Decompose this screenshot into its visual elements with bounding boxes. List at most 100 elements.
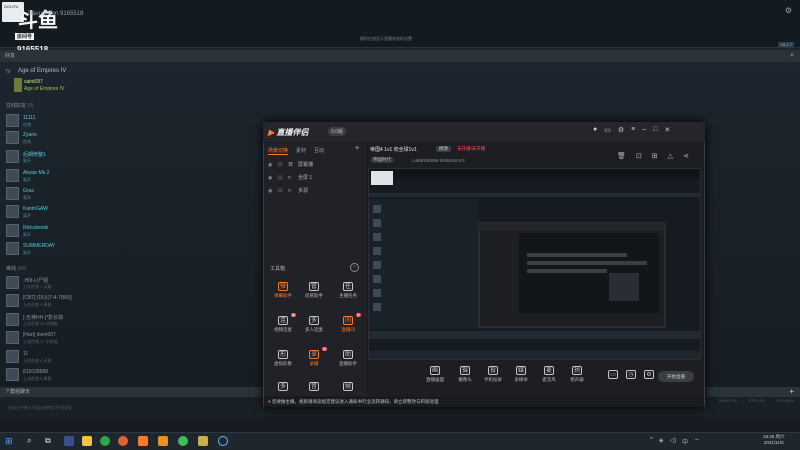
tray-up-icon[interactable]: ^: [650, 437, 653, 446]
tool-item[interactable]: 弹弹幕助手: [268, 282, 298, 304]
steam-window-controls: ⚙: [785, 6, 792, 15]
language-icon[interactable]: 中: [682, 437, 688, 446]
stat-gpu2: GPU 45%: [776, 398, 794, 403]
stat-ram: RAM 57%: [718, 398, 737, 403]
tool-item[interactable]: 新间直播间: [333, 313, 363, 338]
lock-icon[interactable]: ⊡: [278, 185, 282, 197]
edit-title-button[interactable]: 修改: [436, 146, 451, 152]
notice-bar: ● 您要做主播，规则请阅读规定建议进入通知书行业流转通知，请立即整改与积极处理: [264, 396, 704, 407]
message-icon[interactable]: ▭: [604, 126, 611, 134]
tool-item[interactable]: 多多人连麦: [299, 316, 329, 338]
clock[interactable]: 18:45 周六 2021/11/6: [763, 434, 785, 446]
network-icon[interactable]: ◈: [659, 437, 664, 446]
friend-row[interactable]: Zyans 在线: [6, 131, 256, 147]
friend-row[interactable]: Akstar Mk.2 离开: [6, 169, 256, 185]
volume-icon[interactable]: ◁): [669, 437, 676, 446]
friend-row[interactable]: Nickolonski 离开: [6, 224, 256, 240]
eye-icon[interactable]: ◉: [268, 159, 272, 171]
windows-start-icon[interactable]: ⊞: [5, 436, 15, 446]
close-icon[interactable]: ✕: [664, 126, 670, 134]
offline-friends-label: 离线 (43): [6, 266, 27, 272]
stream-preview[interactable]: [368, 168, 701, 360]
ingame-friend-avatar[interactable]: [14, 78, 22, 92]
friend-row[interactable]: KanInGAW 离开: [6, 205, 256, 221]
toolbox-more-icon[interactable]: −: [350, 263, 359, 272]
friend-row[interactable]: 11111 在线: [6, 114, 256, 130]
douyu-brand-logo: 斗鱼: [18, 8, 58, 32]
avatar: [6, 169, 19, 182]
friends-header[interactable]: 好友: [0, 50, 800, 62]
add-group-icon[interactable]: +: [789, 387, 794, 397]
bottom-tool[interactable]: 扬扬声器: [564, 366, 590, 383]
steam-profile-name[interactable]: Davum Ten: [28, 11, 58, 17]
ingame-friend-name[interactable]: saint087: [24, 79, 43, 85]
bell-icon[interactable]: △: [668, 152, 673, 160]
bottom-tool[interactable]: 投手机投屏: [480, 366, 506, 383]
add-scene-icon[interactable]: +: [355, 145, 359, 152]
lock-icon[interactable]: ⊡: [278, 159, 282, 171]
tool-item[interactable]: 任主播任务: [333, 282, 363, 304]
widgets-icon[interactable]: [64, 436, 74, 446]
ingame-friend-game: Age of Empires IV: [24, 86, 65, 92]
tool-item[interactable]: 新连视频连麦: [268, 313, 298, 338]
chrome-icon[interactable]: [178, 436, 188, 446]
browser-icon[interactable]: [118, 436, 128, 446]
tool-item[interactable]: 新录录播: [299, 347, 329, 372]
friend-row[interactable]: [-无神HH-]*影长踪 上次在线 24 分钟前: [6, 313, 256, 329]
status-hint[interactable]: 随时在线显示直播状态的设置: [360, 36, 412, 42]
avatar: [6, 350, 19, 363]
tab-interact[interactable]: 互动: [314, 147, 324, 155]
friend-row[interactable]: Gras 离开: [6, 187, 256, 203]
friend-row[interactable]: 815028888 上次在线 5 周前: [6, 368, 256, 384]
wifi-icon[interactable]: ⌔: [694, 437, 700, 446]
eye-icon[interactable]: ◉: [268, 185, 272, 197]
minimize-icon[interactable]: –: [642, 126, 646, 134]
wechat-icon[interactable]: [100, 436, 110, 446]
file-explorer-icon[interactable]: [82, 436, 92, 446]
bottom-tool[interactable]: 麦麦克风: [536, 366, 562, 383]
maximize-icon[interactable]: □: [653, 126, 657, 134]
layout-icon[interactable]: ⊞: [652, 152, 658, 160]
bottom-tool[interactable]: 画直播画面: [422, 366, 448, 383]
scene-item[interactable]: ◉ ⊡ □ 全屏 1: [266, 172, 362, 184]
tool-item[interactable]: 形虚拟形象: [268, 350, 298, 372]
game-icon[interactable]: [158, 436, 168, 446]
tab-scenes[interactable]: 场景切换: [268, 147, 289, 155]
friend-row[interactable]: 后期修整1 离开: [6, 150, 256, 166]
friend-row[interactable]: 11 上次在线 2 天前: [6, 350, 256, 366]
tab-materials[interactable]: 素材: [296, 147, 306, 155]
live-status: 未开播/未开播: [457, 146, 486, 151]
eye-icon[interactable]: ◉: [268, 172, 272, 184]
preview-image: [369, 169, 700, 359]
system-tray: ^ ◈ ◁) 中 ⌔: [650, 437, 700, 446]
live-room-title: 帝国4 1v1 欢全球1v1: [370, 147, 417, 153]
delete-icon[interactable]: 🗑: [617, 152, 626, 160]
friend-row[interactable]: -H0I-LI尸妮 上次在线 1 天前: [6, 276, 256, 292]
search-icon[interactable]: ⌕: [790, 52, 794, 60]
friend-row[interactable]: [CB7] (DU)(7-4-7(B0)] 上次在线 3 周前: [6, 294, 256, 310]
search-icon[interactable]: ⌕: [27, 436, 37, 446]
bottom-tool[interactable]: 媒多媒体: [508, 366, 534, 383]
scene-item[interactable]: ◉ ⊡ 日屏幕捕: [266, 159, 362, 171]
lock-icon[interactable]: ⊡: [636, 152, 642, 160]
version-pill[interactable]: 9.0版: [328, 127, 346, 136]
lock-icon[interactable]: ⊡: [278, 172, 282, 184]
app-icon[interactable]: [198, 436, 208, 446]
task-view-icon[interactable]: ⧉: [45, 436, 55, 446]
steam-icon[interactable]: [218, 436, 228, 446]
friend-row[interactable]: SUMMERDAY 离开: [6, 242, 256, 258]
douyu-app-icon[interactable]: [138, 436, 148, 446]
settings-gear-icon[interactable]: ⚙: [785, 6, 792, 15]
friend-row[interactable]: [Hart] dsen007 上次在线 17 小时前: [6, 331, 256, 347]
avatar-icon[interactable]: ●: [593, 126, 597, 134]
settings-icon[interactable]: ⚙: [618, 126, 624, 134]
bottom-tool[interactable]: 摄摄像头: [452, 366, 478, 383]
scene-item[interactable]: ◉ ⊡ □ 多源: [266, 185, 362, 197]
menu-icon[interactable]: ≡: [631, 126, 635, 134]
category-pill[interactable]: 帝国时代: [370, 157, 394, 163]
tool-item[interactable]: 管房管助手: [299, 282, 329, 304]
share-icon[interactable]: ⋖: [683, 152, 689, 160]
start-live-button[interactable]: 开始直播: [658, 371, 694, 382]
tool-item[interactable]: 助直播助手: [333, 350, 363, 372]
version-badge: V8.1.7: [778, 42, 794, 47]
